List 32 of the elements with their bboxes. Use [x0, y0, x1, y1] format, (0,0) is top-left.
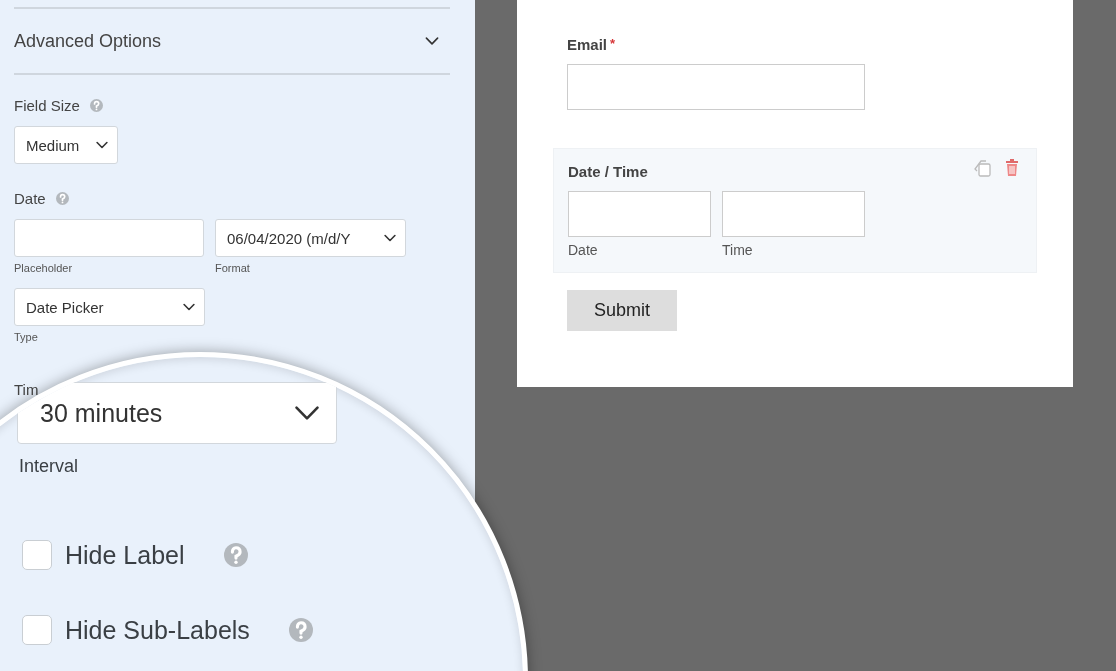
sub-label: Placeholder — [14, 262, 74, 274]
sub-label: Interval — [19, 456, 80, 477]
help-icon — [55, 192, 69, 205]
sub-label: Type — [14, 331, 39, 343]
sub-label: Format — [215, 262, 251, 274]
checkbox-label: Hide Label — [65, 540, 185, 570]
checkbox[interactable] — [22, 540, 52, 570]
format-select[interactable]: 06/04/2020 (m/d/Y — [215, 219, 406, 257]
submit-button[interactable]: Submit — [567, 290, 677, 331]
section-title: Advanced Options — [14, 30, 162, 52]
help-icon — [288, 618, 313, 642]
sub-label: Time — [722, 242, 754, 258]
email-input[interactable] — [567, 64, 865, 110]
checkbox-label: Hide Sub-Labels — [65, 615, 250, 645]
help-icon — [89, 99, 103, 112]
text-input[interactable] — [568, 191, 711, 237]
field-size-select[interactable]: Medium — [14, 126, 118, 164]
field-label: Date / Time — [568, 163, 648, 180]
text-input[interactable] — [722, 191, 865, 237]
field-label: Field Size — [14, 97, 80, 114]
required-mark: * — [610, 36, 616, 53]
field-label: Email — [567, 36, 608, 53]
field-card[interactable]: Date / Time Date Time — [553, 148, 1037, 273]
field-label: Date — [14, 190, 46, 207]
placeholder-input[interactable] — [14, 219, 204, 257]
checkbox[interactable] — [22, 615, 52, 645]
type-select[interactable]: Date Picker — [14, 288, 205, 326]
duplicate-icon — [973, 158, 993, 178]
field-label: Tim — [14, 381, 39, 398]
help-icon — [223, 543, 248, 567]
sub-label: Date — [568, 242, 599, 258]
trash-icon — [1004, 158, 1020, 178]
